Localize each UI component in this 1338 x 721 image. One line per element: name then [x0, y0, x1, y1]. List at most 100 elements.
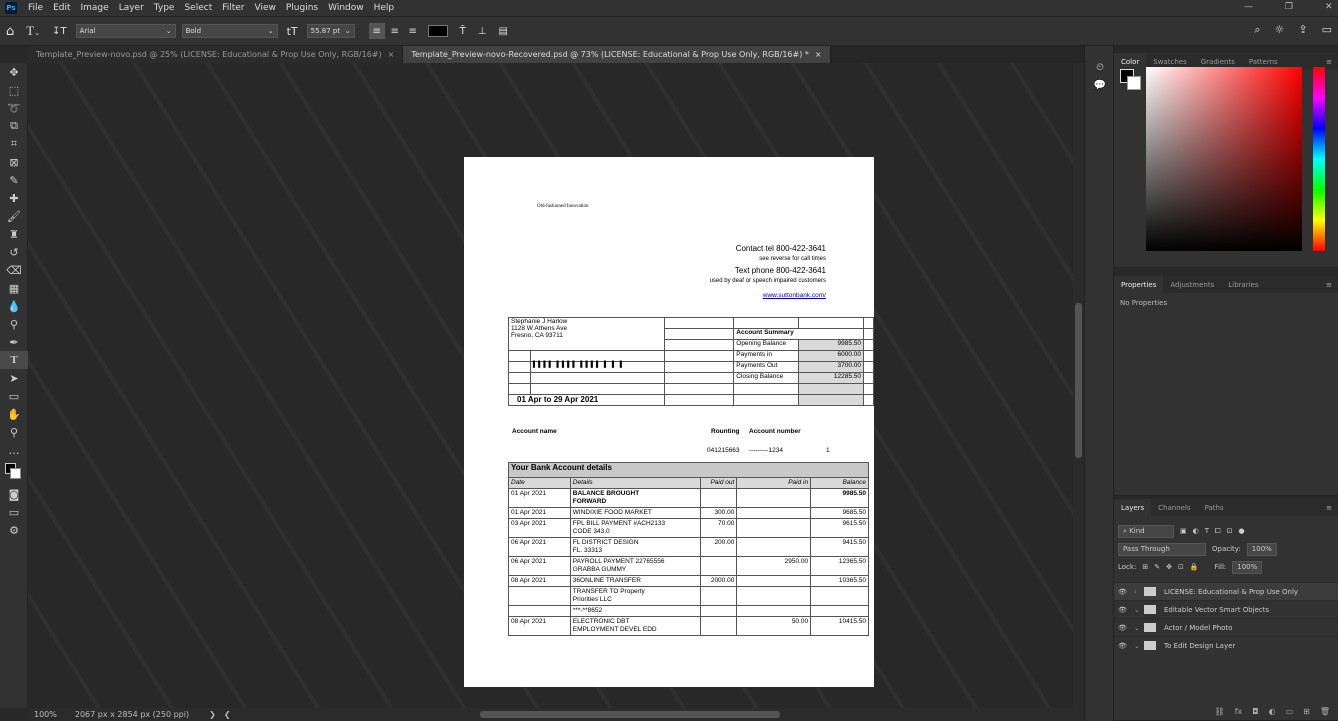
- link-layers-icon[interactable]: ⛓: [1215, 707, 1225, 716]
- close-tab-icon[interactable]: ×: [815, 50, 822, 59]
- new-group-icon[interactable]: ▭: [1286, 707, 1294, 716]
- history-panel-icon[interactable]: ⏲: [1085, 58, 1115, 76]
- layer-row[interactable]: 👁 ⌄ Editable Vector Smart Objects: [1114, 600, 1338, 618]
- menu-layer[interactable]: Layer: [114, 3, 149, 13]
- tab-channels[interactable]: Channels: [1151, 499, 1197, 516]
- lock-transparent-icon[interactable]: ⊞: [1142, 563, 1148, 571]
- font-family-select[interactable]: Arial ⌄: [75, 24, 176, 38]
- zoom-level[interactable]: 100%: [34, 710, 57, 719]
- restore-icon[interactable]: ❐: [1285, 2, 1293, 12]
- object-select-tool-icon[interactable]: ⧉: [0, 117, 28, 135]
- font-size-select[interactable]: 55.87 pt ⌄: [306, 24, 355, 38]
- warp-text-icon[interactable]: T̃: [460, 26, 466, 37]
- zoom-tool-icon[interactable]: ⚲: [0, 423, 28, 441]
- healing-brush-tool-icon[interactable]: ✚: [0, 189, 28, 207]
- path-selection-tool-icon[interactable]: ➤: [0, 369, 28, 387]
- status-arrow-icon[interactable]: ❯: [209, 710, 216, 719]
- align-center-icon[interactable]: ≡: [387, 23, 403, 39]
- filter-shape-icon[interactable]: ⧠: [1215, 527, 1221, 536]
- minimize-icon[interactable]: —: [1244, 2, 1253, 12]
- character-panel-icon[interactable]: ▤: [498, 26, 507, 37]
- clone-stamp-tool-icon[interactable]: ♜: [0, 225, 28, 243]
- rectangle-tool-icon[interactable]: ▭: [0, 387, 28, 405]
- 3d-text-icon[interactable]: ⊥: [478, 26, 487, 37]
- panel-menu-icon[interactable]: ≡: [1326, 504, 1332, 512]
- menu-help[interactable]: Help: [369, 3, 400, 13]
- photoshop-logo[interactable]: Ps: [5, 2, 17, 14]
- blend-mode-select[interactable]: Pass Through: [1118, 542, 1206, 556]
- marquee-tool-icon[interactable]: ⬚: [0, 81, 28, 99]
- color-picker-field[interactable]: [1146, 67, 1302, 251]
- comments-panel-icon[interactable]: 💬: [1085, 76, 1115, 94]
- toggle-orientation-icon[interactable]: ↧T: [52, 26, 67, 37]
- website-link[interactable]: www.suttonbank.com/: [710, 290, 826, 301]
- visibility-eye-icon[interactable]: 👁: [1118, 606, 1134, 614]
- history-brush-tool-icon[interactable]: ↺: [0, 243, 28, 261]
- menu-edit[interactable]: Edit: [48, 3, 75, 13]
- menu-plugins[interactable]: Plugins: [281, 3, 323, 13]
- filter-pixel-icon[interactable]: ▣: [1180, 527, 1187, 535]
- screen-mode-icon[interactable]: ▭: [0, 503, 28, 521]
- gradient-tool-icon[interactable]: ▦: [0, 279, 28, 297]
- crop-tool-icon[interactable]: ⌗: [0, 135, 28, 153]
- vertical-scrollbar[interactable]: [1073, 63, 1084, 708]
- panel-menu-icon[interactable]: ≡: [1326, 58, 1332, 66]
- add-mask-icon[interactable]: ◘: [1252, 707, 1258, 716]
- visibility-eye-icon[interactable]: 👁: [1118, 624, 1134, 632]
- type-tool-icon[interactable]: T: [0, 351, 28, 369]
- content-credentials-icon[interactable]: ⚙: [0, 521, 28, 539]
- lock-all-icon[interactable]: 🔒: [1190, 563, 1199, 571]
- layer-style-icon[interactable]: fx: [1235, 707, 1243, 716]
- opacity-input[interactable]: 100%: [1246, 542, 1277, 556]
- tab-properties[interactable]: Properties: [1114, 276, 1164, 293]
- menu-window[interactable]: Window: [323, 3, 369, 13]
- eyedropper-tool-icon[interactable]: ✎: [0, 171, 28, 189]
- layer-row[interactable]: 👁 ⌄ Actor / Model Photo: [1114, 618, 1338, 636]
- hand-tool-icon[interactable]: ✋: [0, 405, 28, 423]
- filter-smart-object-icon[interactable]: ⊡: [1227, 527, 1233, 535]
- tab-paths[interactable]: Paths: [1198, 499, 1231, 516]
- menu-select[interactable]: Select: [179, 3, 217, 13]
- brush-tool-icon[interactable]: 🖌: [0, 207, 28, 225]
- tab-layers[interactable]: Layers: [1114, 499, 1152, 516]
- layer-filter-kind[interactable]: ⌕ Kind: [1118, 524, 1174, 538]
- dodge-tool-icon[interactable]: ⚲: [0, 315, 28, 333]
- text-color-swatch[interactable]: [427, 25, 448, 37]
- fill-input[interactable]: 100%: [1232, 560, 1263, 574]
- menu-image[interactable]: Image: [76, 3, 114, 13]
- layer-row[interactable]: 👁 ⌄ To Edit Design Layer: [1114, 636, 1338, 654]
- lock-image-icon[interactable]: ✎: [1154, 563, 1160, 571]
- home-icon[interactable]: ⌂: [6, 24, 14, 39]
- expand-arrow-icon[interactable]: ⌄: [1134, 606, 1144, 614]
- workspace-icon[interactable]: ▭: [1322, 23, 1332, 37]
- move-tool-icon[interactable]: ✥: [0, 63, 28, 81]
- panel-menu-icon[interactable]: ≡: [1326, 281, 1332, 289]
- scroll-thumb[interactable]: [1075, 303, 1082, 458]
- menu-file[interactable]: File: [23, 3, 48, 13]
- font-style-select[interactable]: Bold ⌄: [181, 24, 278, 38]
- type-tool-preset-icon[interactable]: T⌄: [26, 23, 40, 39]
- horizontal-scroll-thumb[interactable]: [480, 711, 780, 718]
- close-tab-icon[interactable]: ×: [388, 50, 395, 59]
- delete-layer-icon[interactable]: 🗑: [1320, 707, 1330, 716]
- foreground-background-colors[interactable]: [0, 459, 28, 485]
- tab-template-preview-recovered[interactable]: Template_Preview-novo-Recovered.psd @ 73…: [403, 46, 831, 63]
- lock-position-icon[interactable]: ✥: [1166, 563, 1172, 571]
- menu-view[interactable]: View: [250, 3, 281, 13]
- menu-type[interactable]: Type: [149, 3, 180, 13]
- new-layer-icon[interactable]: ⊞: [1303, 707, 1310, 716]
- expand-arrow-icon[interactable]: ⌄: [1134, 624, 1144, 632]
- quick-mask-icon[interactable]: ◙: [0, 485, 28, 503]
- scroll-left-icon[interactable]: ❮: [224, 710, 231, 719]
- lock-artboard-icon[interactable]: ⊡: [1178, 563, 1184, 571]
- more-tools-icon[interactable]: …: [0, 441, 28, 459]
- visibility-eye-icon[interactable]: 👁: [1118, 642, 1134, 650]
- pen-tool-icon[interactable]: ✒: [0, 333, 28, 351]
- close-window-icon[interactable]: ✕: [1325, 2, 1333, 12]
- hue-slider[interactable]: [1313, 67, 1325, 251]
- expand-arrow-icon[interactable]: ›: [1134, 588, 1144, 596]
- adjustment-layer-icon[interactable]: ◐: [1269, 707, 1276, 716]
- align-right-icon[interactable]: ≡: [405, 23, 421, 39]
- filter-type-icon[interactable]: T: [1205, 527, 1209, 535]
- filter-toggle-icon[interactable]: ●: [1239, 527, 1245, 535]
